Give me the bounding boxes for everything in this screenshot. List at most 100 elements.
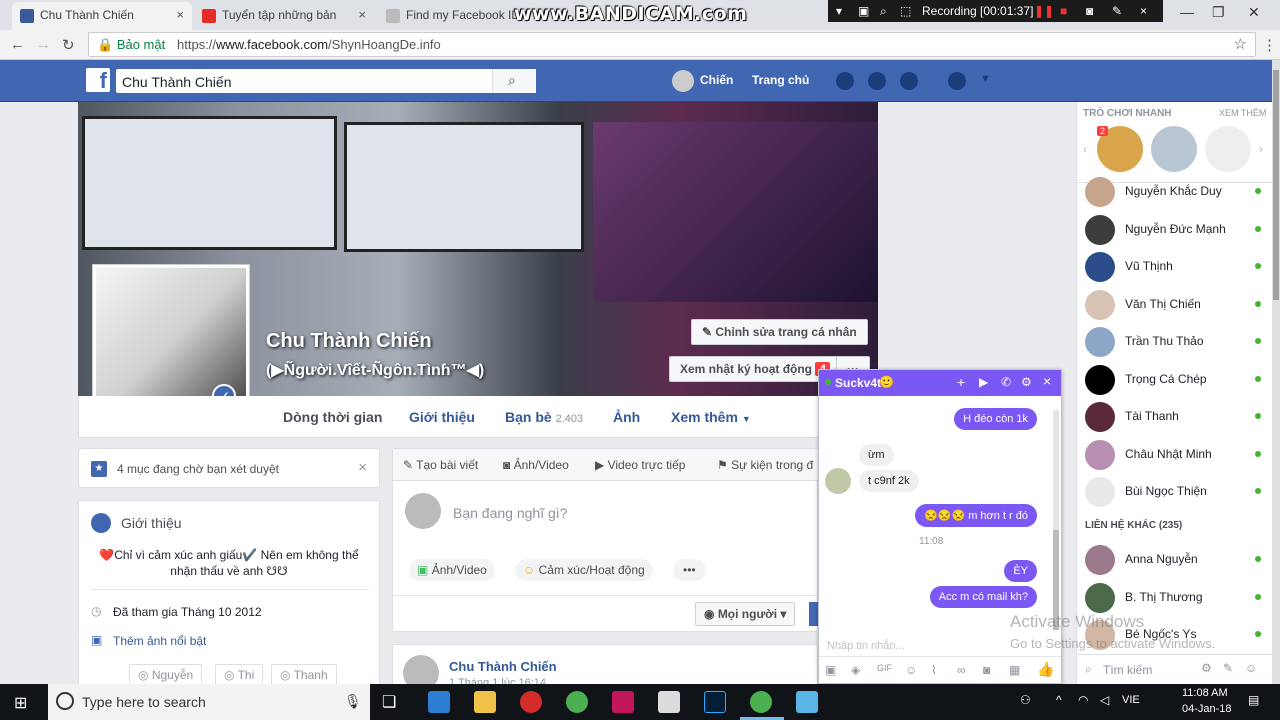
windows-start-icon[interactable]: ⊞ (14, 693, 27, 713)
contact-1[interactable]: Nguyễn Khắc Duy (1085, 176, 1271, 208)
volume-icon[interactable]: ◁ (1100, 693, 1109, 707)
gear-icon[interactable]: ⚙ (1201, 661, 1212, 675)
app-icon[interactable] (612, 691, 634, 713)
tab-friends[interactable]: Bạn bè 2.403 (505, 409, 583, 425)
pen-icon[interactable]: ✎ (1112, 4, 1122, 18)
contact-3[interactable]: Vũ Thịnh (1085, 251, 1271, 283)
attach-icon[interactable]: ⌇ (931, 663, 937, 677)
url-input[interactable]: 🔒 Bảo mật https://www.facebook.com/ShynH… (88, 32, 1256, 57)
close-icon[interactable]: × (176, 7, 184, 22)
notifications-icon[interactable] (900, 72, 918, 90)
task-view-icon[interactable]: ❏ (382, 692, 396, 712)
forward-icon[interactable]: → (36, 36, 51, 53)
photo-video-button[interactable]: ▣ Ảnh/Video (409, 559, 495, 581)
tab-find-facebook-id[interactable]: Find my Facebook ID (378, 2, 528, 30)
contact-8[interactable]: Châu Nhật Minh (1085, 439, 1271, 471)
review-card[interactable]: ★ 4 mục đang chờ bạn xét duyệt × (78, 448, 380, 488)
feeling-button[interactable]: ☺ Cảm xúc/Hoạt động (515, 559, 653, 581)
add-featured-photos-link[interactable]: Thêm ảnh nổi bật (113, 634, 206, 648)
facebook-search-input[interactable]: Chu Thành Chiến ⌕ (116, 69, 536, 93)
contact-7[interactable]: Tài Thanh (1085, 401, 1271, 433)
menu-icon[interactable]: ⋮ (1262, 36, 1277, 54)
avatar[interactable] (672, 70, 694, 92)
gear-icon[interactable]: ⚙ (1021, 375, 1032, 389)
camera-icon[interactable]: ◙ (1086, 4, 1093, 18)
mail-icon[interactable] (658, 691, 680, 713)
file-explorer-icon[interactable] (474, 691, 496, 713)
tab-photo-video[interactable]: ◙ Ảnh/Video (503, 458, 569, 472)
tab-photos[interactable]: Ảnh (613, 409, 640, 425)
network-icon[interactable]: ◠ (1078, 693, 1088, 707)
instagram-chip[interactable]: ◎ Thi (215, 664, 264, 686)
profile-link[interactable]: Chiến (700, 73, 733, 87)
tab-about[interactable]: Giới thiệu (409, 409, 475, 425)
gif-icon[interactable]: GIF (877, 663, 892, 673)
secure-indicator[interactable]: 🔒 Bảo mật (97, 37, 165, 53)
instagram-chip[interactable]: ◎ Nguyễn (129, 664, 203, 686)
more-options-button[interactable]: ••• (673, 559, 706, 581)
tab-youtube[interactable]: Tuyển tập những bản × (194, 2, 374, 30)
close-icon[interactable]: × (1140, 4, 1147, 18)
home-link[interactable]: Trang chủ (752, 73, 809, 87)
tab-life-event[interactable]: ⚑ Sự kiện trong đ (717, 458, 813, 472)
add-icon[interactable]: + (957, 374, 965, 390)
game-thumbnail[interactable] (1205, 126, 1251, 172)
tab-more[interactable]: Xem thêm ▼ (671, 409, 751, 425)
contact-2[interactable]: B. Thị Thương (1085, 582, 1271, 614)
scrollbar-thumb[interactable] (1273, 70, 1279, 300)
language-indicator[interactable]: VIE (1122, 694, 1140, 706)
photo-icon[interactable]: ▣ (825, 663, 836, 677)
chat-contact-name[interactable]: Suckv4t (835, 376, 881, 390)
photoshop-icon[interactable] (704, 691, 726, 713)
contact-6[interactable]: Trọng Cá Chép (1085, 364, 1271, 396)
chevron-up-icon[interactable]: ^ (1056, 693, 1062, 707)
help-icon[interactable] (948, 72, 966, 90)
friend-requests-icon[interactable] (836, 72, 854, 90)
contact-5[interactable]: Trần Thu Thảo (1085, 326, 1271, 358)
media-player-icon[interactable] (520, 691, 542, 713)
see-more-link[interactable]: XEM THÊM (1219, 108, 1266, 118)
tab-create-post[interactable]: ✎ Tạo bài viết (403, 458, 478, 472)
tab-facebook-profile[interactable]: Chu Thành Chiến × (12, 2, 192, 30)
minimize-icon[interactable]: — (1180, 4, 1194, 20)
edit-profile-button[interactable]: ✎ Chỉnh sửa trang cá nhân (691, 319, 868, 345)
tab-timeline[interactable]: Dòng thời gian (283, 409, 382, 425)
phone-icon[interactable]: ✆ (1001, 375, 1011, 389)
clock-date[interactable]: 04-Jan-18 (1182, 703, 1232, 715)
page-scrollbar[interactable] (1272, 60, 1280, 684)
link-icon[interactable]: ∞ (957, 663, 966, 677)
post-author[interactable]: Chu Thành Chiến (449, 659, 557, 674)
chrome-icon[interactable] (566, 691, 588, 713)
game-thumbnail[interactable] (1151, 126, 1197, 172)
close-window-icon[interactable]: ✕ (1248, 4, 1260, 21)
maximize-icon[interactable]: ❐ (1212, 4, 1225, 21)
chat-scrollbar[interactable] (1053, 410, 1059, 630)
microphone-icon[interactable]: 🎙 (344, 693, 362, 710)
search-button[interactable]: ⌕ (492, 69, 536, 93)
action-center-icon[interactable]: ▤ (1248, 693, 1259, 707)
contact-9[interactable]: Bùi Ngọc Thiện (1085, 476, 1271, 508)
reload-icon[interactable]: ↻ (62, 36, 75, 54)
chrome-active-icon[interactable] (750, 691, 772, 713)
region-icon[interactable]: ⬚ (900, 4, 911, 18)
chat-header[interactable]: Suckv4t 🙂 + ▶ ✆ ⚙ × (819, 370, 1061, 396)
activity-log-button[interactable]: Xem nhật ký hoạt động 4 (669, 356, 842, 382)
sidebar-search[interactable]: ⌕ Tìm kiếm ⚙ ✎ ☺ (1077, 654, 1273, 684)
compose-icon[interactable]: ✎ (1223, 661, 1233, 675)
contact-2[interactable]: Nguyễn Đức Mạnh (1085, 214, 1271, 246)
sticker-icon[interactable]: ◈ (851, 663, 860, 677)
dropdown-icon[interactable]: ▾ (836, 4, 842, 18)
back-icon[interactable]: ← (10, 36, 25, 53)
stop-icon[interactable]: ■ (1060, 4, 1067, 18)
tab-live-video[interactable]: ▶ Video trực tiếp (595, 458, 685, 472)
emoji-icon[interactable]: ☺ (905, 663, 917, 677)
camera-icon[interactable]: ◙ (983, 663, 990, 677)
clock-time[interactable]: 11:08 AM (1182, 687, 1228, 699)
chevron-right-icon[interactable]: › (1259, 142, 1263, 156)
messenger-icon[interactable] (868, 72, 886, 90)
close-icon[interactable]: × (358, 459, 367, 476)
chevron-left-icon[interactable]: ‹ (1083, 142, 1087, 156)
chevron-down-icon[interactable]: ▼ (980, 73, 991, 85)
app-icon[interactable] (796, 691, 818, 713)
star-icon[interactable]: ☆ (1234, 35, 1247, 53)
